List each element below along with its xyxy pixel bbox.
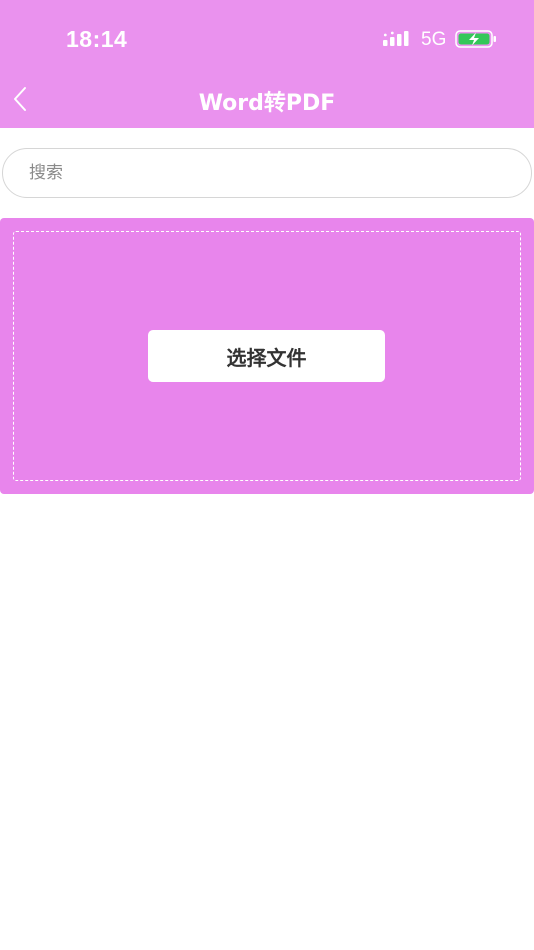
search-bar[interactable] [2, 148, 532, 198]
signal-bars-icon [383, 31, 409, 46]
search-input[interactable] [29, 163, 531, 183]
header-bar: 18:14 5G Word转PDF [0, 0, 534, 128]
upload-panel: 选择文件 [0, 218, 534, 494]
select-file-button[interactable]: 选择文件 [148, 330, 385, 382]
status-time: 18:14 [66, 26, 128, 52]
page-title: Word转PDF [198, 91, 336, 116]
battery-charging-icon [455, 30, 496, 48]
network-type: 5G [421, 29, 447, 50]
